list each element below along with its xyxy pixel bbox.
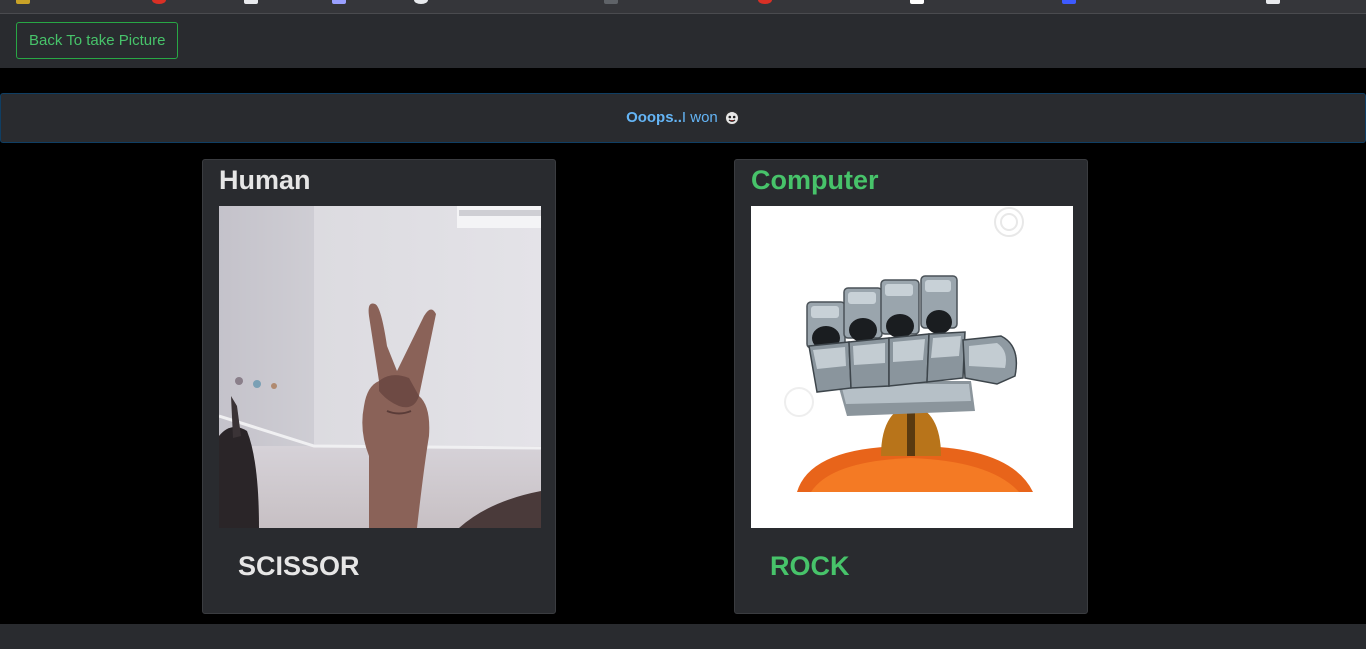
- bookmark-icon[interactable]: [758, 0, 772, 4]
- computer-rock-image: [751, 206, 1073, 528]
- bookmark-icon[interactable]: [1062, 0, 1076, 4]
- alert-strong-text: Ooops..: [626, 109, 682, 126]
- browser-bookmarks-bar: [0, 0, 1366, 14]
- bookmark-icon[interactable]: [414, 0, 428, 4]
- back-to-take-picture-button[interactable]: Back To take Picture: [16, 22, 179, 59]
- bookmark-icon[interactable]: [152, 0, 166, 4]
- bookmark-icon[interactable]: [244, 0, 258, 4]
- bookmark-icon[interactable]: [16, 0, 30, 4]
- computer-choice-label: ROCK: [770, 551, 850, 581]
- human-choice-label: SCISSOR: [238, 551, 360, 581]
- human-card: Human SCISSOR: [202, 159, 556, 614]
- computer-card: Computer ROCK: [734, 159, 1088, 614]
- human-title: Human: [219, 165, 311, 195]
- top-navbar: Back To take Picture: [0, 14, 1366, 68]
- bottom-bar: [0, 624, 1366, 649]
- alert-message: I won: [681, 109, 718, 126]
- bookmark-icon[interactable]: [604, 0, 618, 4]
- devil-face-icon: [724, 110, 739, 125]
- bookmark-icon[interactable]: [332, 0, 346, 4]
- computer-title: Computer: [751, 165, 879, 195]
- bookmark-icon[interactable]: [910, 0, 924, 4]
- bookmark-icon[interactable]: [1266, 0, 1280, 4]
- human-photo: [219, 206, 541, 528]
- result-alert: Ooops..I won: [0, 93, 1366, 143]
